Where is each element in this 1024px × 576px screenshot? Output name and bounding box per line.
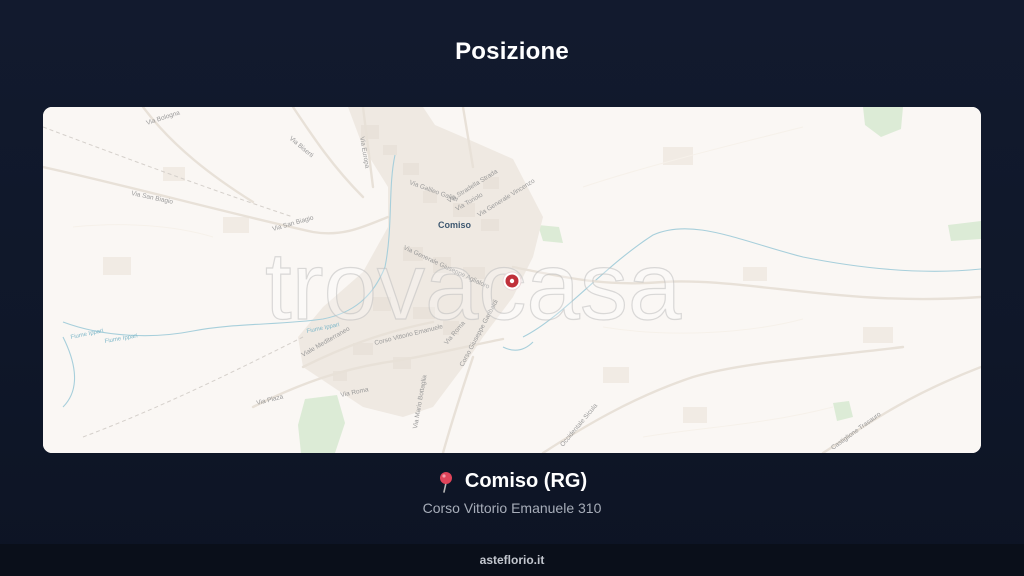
location-city: Comiso (RG) [464,470,588,492]
footer: asteflorio.it [0,544,1024,576]
section-title: Posizione [455,38,569,65]
map[interactable]: Via Bologna Via Biserti Via Europa Via S… [43,107,981,453]
town-label: Comiso [438,220,472,230]
watermark: trovacasa [265,233,682,340]
location-address: Corso Vittorio Emanuele 310 [422,500,602,516]
location-marker[interactable] [502,271,522,291]
location-row: Comiso (RG) [0,470,1024,493]
map-pin-icon [437,471,455,493]
map-canvas[interactable]: Via Bologna Via Biserti Via Europa Via S… [43,107,981,453]
footer-brand[interactable]: asteflorio.it [480,553,545,567]
